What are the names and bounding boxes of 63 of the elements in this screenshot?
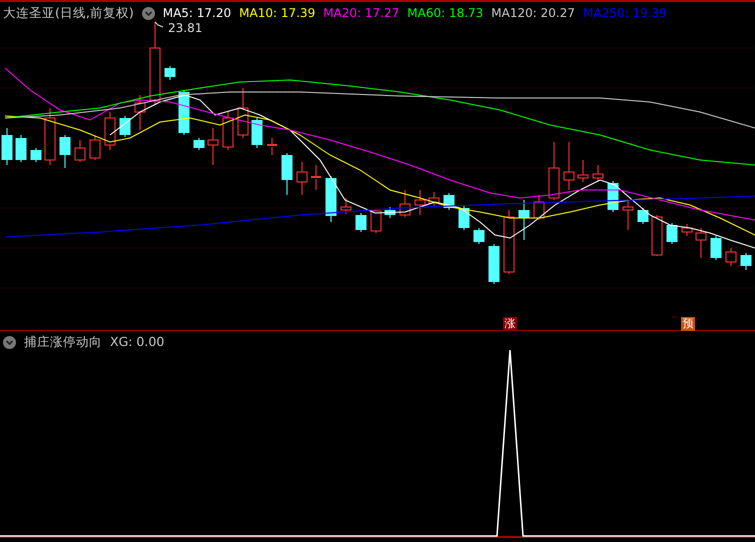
candlestick (652, 214, 662, 256)
legend-label: MA20: 17.27 (323, 5, 400, 22)
candlestick (696, 228, 706, 258)
signal-marker: 预 (681, 317, 695, 331)
candlestick (30, 148, 42, 162)
candlestick (194, 138, 204, 150)
candlestick (400, 190, 410, 218)
candlestick (44, 108, 56, 166)
candlestick (90, 136, 100, 160)
signal-marker: 涨 (503, 317, 517, 331)
candlestick (740, 252, 752, 270)
candlestick (710, 236, 722, 260)
candlestick (16, 134, 26, 162)
candlestick (252, 118, 262, 148)
candlestick (622, 200, 634, 230)
candlestick (74, 140, 86, 162)
candlestick (384, 206, 396, 218)
candlestick (474, 228, 484, 244)
candlestick (311, 164, 321, 190)
dropdown-icon[interactable] (142, 6, 155, 20)
candlestick (208, 128, 218, 166)
candlestick (356, 212, 366, 232)
candlestick (267, 138, 277, 156)
candlestick (238, 88, 248, 138)
candlestick (60, 134, 70, 168)
candlestick (326, 176, 336, 222)
indicator-value: XG: 0.00 (110, 332, 164, 351)
indicator-title: 捕庄涨停动向 (24, 332, 102, 351)
candlestick (2, 128, 12, 166)
candlestick (592, 164, 604, 182)
legend-label: MA120: 20.27 (491, 5, 575, 22)
candlestick (518, 200, 530, 240)
legend-label: MA250: 19.39 (582, 5, 667, 22)
dropdown-icon[interactable] (3, 336, 16, 348)
candlestick (120, 116, 130, 138)
chart-title: 大连圣亚(日线,前复权) (3, 4, 134, 22)
legend-label: MA60: 18.73 (407, 5, 484, 22)
candlestick (178, 90, 190, 136)
legend-label: MA10: 17.39 (239, 5, 316, 22)
candlestick (504, 210, 514, 274)
candlestick (104, 112, 116, 150)
candlestick (340, 198, 352, 214)
candlestick (296, 162, 308, 196)
candlestick (414, 190, 426, 216)
candlestick (428, 192, 440, 206)
candlestick (164, 66, 176, 80)
candlestick (548, 142, 560, 200)
candlestick (564, 142, 574, 190)
candlestick (666, 222, 678, 244)
leader-line (154, 22, 164, 28)
candlestick (488, 244, 500, 284)
candlestick (134, 94, 146, 130)
candlestick (578, 160, 588, 182)
candlestick (458, 206, 470, 230)
high-price-label: 23.81 (168, 21, 202, 35)
candlestick (370, 208, 382, 234)
candlestick (638, 208, 648, 224)
candlestick (682, 224, 692, 236)
candlestick (726, 248, 736, 266)
candlestick (222, 112, 234, 150)
candlestick (534, 194, 544, 220)
legend-label: MA5: 17.20 (162, 5, 232, 22)
candlestick (282, 152, 292, 196)
